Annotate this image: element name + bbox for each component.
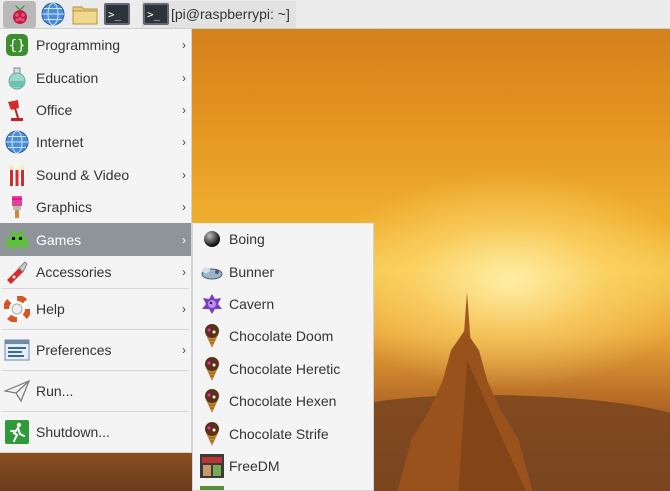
submenu-item-label: Chocolate Hexen <box>229 393 337 410</box>
submenu-item-chocolate-hexen[interactable]: Chocolate Hexen <box>193 385 373 417</box>
raspberry-pi-icon <box>12 5 27 24</box>
chevron-right-icon: › <box>182 102 186 117</box>
menu-item-education[interactable]: Education › <box>0 61 191 93</box>
menu-item-label: Accessories <box>36 263 112 280</box>
menu-item-run[interactable]: Run... <box>0 371 191 411</box>
chocolate-heretic-icon <box>199 356 225 382</box>
menu-item-preferences[interactable]: Preferences › <box>0 330 191 370</box>
task-label: [pi@raspberrypi: ~] <box>171 6 290 22</box>
menu-item-label: Help <box>36 301 65 318</box>
bunner-icon <box>199 259 225 285</box>
accessories-knife-icon <box>4 259 30 285</box>
menu-item-programming[interactable]: {} Programming › <box>0 29 191 61</box>
office-lamp-icon <box>4 97 30 123</box>
taskbar-task-terminal[interactable]: >_ [pi@raspberrypi: ~] <box>142 0 296 28</box>
menu-item-games[interactable]: Games › <box>0 223 191 256</box>
chevron-right-icon: › <box>182 135 186 150</box>
submenu-item-label: Chocolate Strife <box>229 425 329 442</box>
freedm-icon <box>199 453 225 479</box>
submenu-item-bunner[interactable]: Bunner <box>193 255 373 287</box>
menu-item-label: Games <box>36 231 82 248</box>
chocolate-doom-icon <box>199 323 225 349</box>
menu-item-label: Run... <box>36 383 74 400</box>
menu-item-internet[interactable]: Internet › <box>0 126 191 158</box>
chevron-right-icon: › <box>182 264 186 279</box>
submenu-item-cavern[interactable]: Cavern <box>193 288 373 320</box>
menu-item-help[interactable]: Help › <box>0 289 191 329</box>
help-lifebuoy-icon <box>4 296 30 323</box>
menu-item-label: Education <box>36 69 99 86</box>
submenu-item-partial[interactable] <box>193 482 373 490</box>
taskbar: >_ >_ [pi@raspberrypi: ~] <box>0 0 670 29</box>
chocolate-strife-icon <box>199 421 225 447</box>
games-submenu: Boing Bunner Cavern Chocolate Doom Choco… <box>192 223 374 491</box>
menu-item-label: Sound & Video <box>36 166 130 183</box>
graphics-brush-icon <box>4 194 30 220</box>
submenu-item-label: Cavern <box>229 295 275 312</box>
submenu-item-label: Bunner <box>229 263 275 280</box>
run-paper-plane-icon <box>4 378 30 404</box>
chocolate-hexen-icon <box>199 388 225 414</box>
chevron-right-icon: › <box>182 200 186 215</box>
menu-item-shutdown[interactable]: Shutdown... <box>0 412 191 452</box>
chevron-right-icon: › <box>182 70 186 85</box>
menu-item-label: Graphics <box>36 199 93 216</box>
chevron-right-icon: › <box>182 302 186 317</box>
application-menu: {} Programming › Education › Office › In… <box>0 29 192 453</box>
games-invader-icon <box>4 227 30 253</box>
submenu-item-label: FreeDM <box>229 457 280 474</box>
game-icon <box>199 485 225 490</box>
terminal-icon: >_ <box>104 3 130 25</box>
chevron-right-icon: › <box>182 167 186 182</box>
svg-text:{}: {} <box>9 38 26 54</box>
shutdown-exit-icon <box>4 419 30 445</box>
web-browser-launcher[interactable] <box>38 1 68 28</box>
submenu-item-label: Boing <box>229 231 265 248</box>
submenu-item-chocolate-strife[interactable]: Chocolate Strife <box>193 417 373 449</box>
chevron-right-icon: › <box>182 343 186 358</box>
programming-icon: {} <box>4 32 30 58</box>
menu-item-graphics[interactable]: Graphics › <box>0 191 191 223</box>
submenu-item-freedm[interactable]: FreeDM <box>193 450 373 482</box>
submenu-item-chocolate-heretic[interactable]: Chocolate Heretic <box>193 353 373 385</box>
submenu-item-label: Chocolate Heretic <box>229 360 341 377</box>
internet-globe-icon <box>4 129 30 155</box>
cavern-icon <box>199 291 225 317</box>
menu-item-office[interactable]: Office › <box>0 94 191 126</box>
sound-video-popcorn-icon <box>4 162 30 188</box>
preferences-icon <box>4 337 30 363</box>
raspberry-pi-menu-button[interactable] <box>3 0 36 28</box>
menu-item-accessories[interactable]: Accessories › <box>0 256 191 288</box>
submenu-item-boing[interactable]: Boing <box>193 223 373 255</box>
terminal-icon: >_ <box>143 3 169 25</box>
chevron-right-icon: › <box>182 38 186 53</box>
menu-item-label: Preferences <box>36 342 112 359</box>
boing-ball-icon <box>199 226 225 252</box>
menu-item-label: Office <box>36 101 73 118</box>
submenu-item-chocolate-doom[interactable]: Chocolate Doom <box>193 320 373 352</box>
menu-item-sound-video[interactable]: Sound & Video › <box>0 159 191 191</box>
chevron-right-icon: › <box>182 232 186 247</box>
submenu-item-label: Chocolate Doom <box>229 328 334 345</box>
file-manager-launcher[interactable] <box>70 1 100 28</box>
menu-item-label: Programming <box>36 37 121 54</box>
file-manager-folder-icon <box>72 6 98 25</box>
menu-item-label: Internet <box>36 134 84 151</box>
menu-item-label: Shutdown... <box>36 424 110 441</box>
web-browser-globe-icon <box>41 2 65 26</box>
education-flask-icon <box>4 65 30 91</box>
terminal-launcher[interactable]: >_ <box>102 1 132 28</box>
